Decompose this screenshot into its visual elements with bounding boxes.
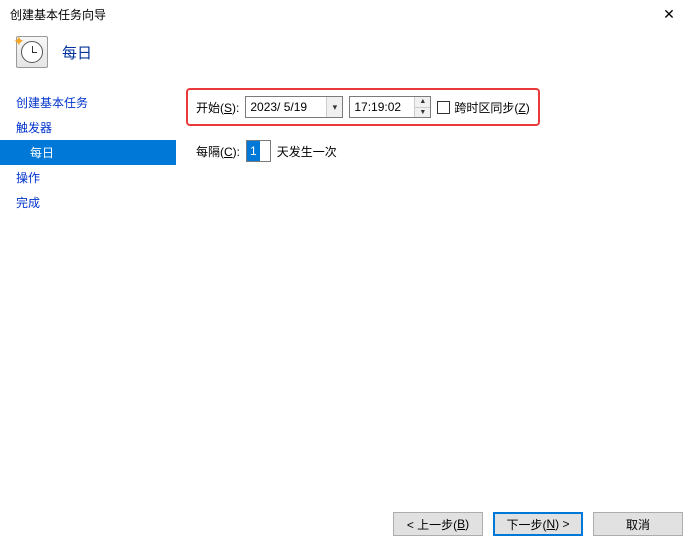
date-dropdown-icon[interactable]: ▾ xyxy=(326,97,342,117)
start-time-field[interactable]: ▲ ▼ xyxy=(349,96,431,118)
sync-timezone-label: 跨时区同步(Z) xyxy=(454,99,529,116)
wizard-header: ✦ 每日 xyxy=(0,28,697,86)
step-action[interactable]: 操作 xyxy=(0,165,176,190)
step-create-basic-task[interactable]: 创建基本任务 xyxy=(0,90,176,115)
clock-icon: ✦ xyxy=(16,36,48,68)
close-icon: ✕ xyxy=(663,6,675,23)
sync-timezone-option[interactable]: 跨时区同步(Z) xyxy=(437,99,529,116)
recur-every-label: 每隔(C): xyxy=(196,143,240,160)
start-time-input[interactable] xyxy=(350,97,414,117)
wizard-footer: < 上一步(B) 下一步(N) > 取消 xyxy=(0,500,697,548)
back-button[interactable]: < 上一步(B) xyxy=(393,512,483,536)
recur-every-value[interactable]: 1 xyxy=(247,141,260,161)
time-spin-up[interactable]: ▲ xyxy=(414,97,430,108)
step-finish[interactable]: 完成 xyxy=(0,190,176,215)
close-button[interactable]: ✕ xyxy=(649,0,689,28)
page-title: 每日 xyxy=(62,42,92,63)
recur-every-suffix: 天发生一次 xyxy=(277,143,337,160)
start-date-input[interactable] xyxy=(246,97,326,117)
wizard-body: 创建基本任务 触发器 每日 操作 完成 开始(S): ▾ ▲ ▼ 跨时区同步(Z… xyxy=(0,86,697,486)
recur-every-field[interactable]: 1 xyxy=(246,140,271,162)
wizard-content: 开始(S): ▾ ▲ ▼ 跨时区同步(Z) 每隔(C): 1 xyxy=(176,86,697,486)
step-trigger[interactable]: 触发器 xyxy=(0,115,176,140)
recur-every-row: 每隔(C): 1 天发生一次 xyxy=(186,140,677,162)
sync-timezone-checkbox[interactable] xyxy=(437,101,450,114)
window-title: 创建基本任务向导 xyxy=(10,6,106,23)
next-button[interactable]: 下一步(N) > xyxy=(493,512,583,536)
step-daily[interactable]: 每日 xyxy=(0,140,176,165)
cancel-button[interactable]: 取消 xyxy=(593,512,683,536)
start-time-row-highlight: 开始(S): ▾ ▲ ▼ 跨时区同步(Z) xyxy=(186,88,540,126)
start-date-field[interactable]: ▾ xyxy=(245,96,343,118)
start-label: 开始(S): xyxy=(196,99,239,116)
wizard-steps-sidebar: 创建基本任务 触发器 每日 操作 完成 xyxy=(0,86,176,486)
titlebar: 创建基本任务向导 ✕ xyxy=(0,0,697,28)
time-spin-down[interactable]: ▼ xyxy=(414,108,430,118)
